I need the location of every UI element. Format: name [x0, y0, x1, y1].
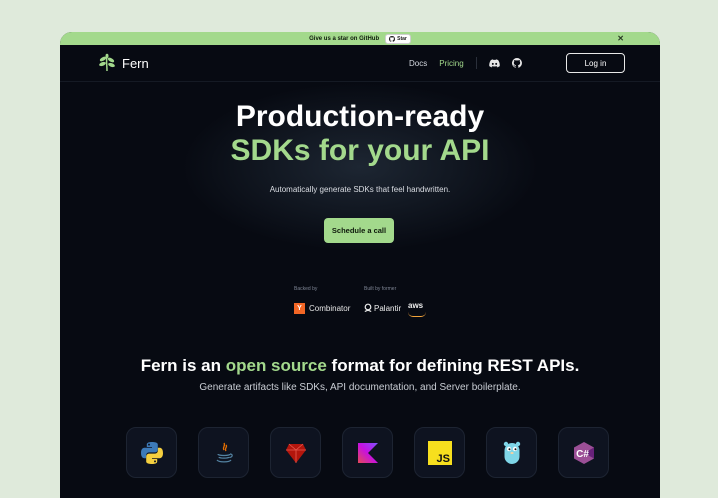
js-label: JS	[436, 453, 449, 465]
language-tile-ruby[interactable]	[270, 427, 321, 478]
kotlin-icon	[357, 442, 378, 463]
github-icon[interactable]	[511, 58, 522, 68]
nav-link-pricing[interactable]: Pricing	[439, 59, 463, 68]
yc-icon: Y	[294, 303, 305, 314]
language-tile-go[interactable]	[486, 427, 537, 478]
login-button[interactable]: Log in	[566, 53, 625, 73]
open-source-subtitle: Generate artifacts like SDKs, API docume…	[199, 382, 521, 393]
nav-divider	[475, 57, 477, 69]
language-tile-python[interactable]	[126, 427, 177, 478]
fern-leaf-icon	[99, 53, 115, 72]
palantir-logo: Palantir	[364, 303, 401, 313]
javascript-icon: JS	[427, 440, 452, 465]
hero-title-line2: SDKs for your API	[230, 134, 490, 167]
ycombinator-logo: Y Combinator	[294, 303, 350, 314]
palantir-icon	[364, 303, 372, 313]
palantir-name: Palantir	[374, 303, 402, 313]
csharp-label: C#	[576, 449, 589, 460]
brand-name: Fern	[122, 55, 149, 71]
github-star-button[interactable]: Star	[385, 33, 411, 44]
aws-logo: aws	[408, 301, 424, 310]
hero-title: Production-ready SDKs for your API	[60, 100, 660, 168]
ruby-icon	[285, 443, 306, 463]
github-icon	[389, 35, 396, 42]
language-tile-csharp[interactable]: C#	[558, 427, 609, 478]
heading-highlight: open source	[225, 356, 327, 375]
browser-frame: Give us a star on GitHub Star ✕ Fern Doc…	[60, 32, 660, 498]
hero-title-line1: Production-ready	[235, 100, 485, 133]
backed-by-label: Backed by	[294, 286, 318, 292]
language-tile-java[interactable]	[198, 427, 249, 478]
yc-name: Combinator	[309, 304, 351, 313]
aws-smile-icon	[408, 312, 426, 317]
nav-link-docs[interactable]: Docs	[409, 59, 427, 68]
schedule-call-button[interactable]: Schedule a call	[324, 218, 394, 243]
python-icon	[140, 441, 163, 464]
star-label: Star	[397, 35, 407, 42]
heading-prefix: Fern is an	[140, 356, 226, 375]
discord-icon[interactable]	[488, 58, 500, 68]
open-source-heading: Fern is an open source format for defini…	[60, 356, 660, 376]
language-icons: JS C#	[126, 427, 609, 478]
built-by-label: Built by former	[364, 286, 397, 292]
banner-text: Give us a star on GitHub	[309, 35, 380, 42]
top-nav: Fern Docs Pricing Log in	[60, 45, 660, 82]
nav-links: Docs Pricing	[409, 57, 522, 69]
hero-subtitle: Automatically generate SDKs that feel ha…	[269, 185, 451, 194]
csharp-icon: C#	[573, 441, 594, 464]
close-icon[interactable]: ✕	[617, 32, 624, 45]
github-banner[interactable]: Give us a star on GitHub Star ✕	[60, 32, 660, 45]
heading-suffix: format for defining REST APIs.	[326, 356, 580, 375]
language-tile-kotlin[interactable]	[342, 427, 393, 478]
go-icon	[503, 441, 520, 464]
brand-logo[interactable]: Fern	[97, 53, 149, 73]
java-icon	[215, 442, 233, 463]
language-tile-javascript[interactable]: JS	[414, 427, 465, 478]
